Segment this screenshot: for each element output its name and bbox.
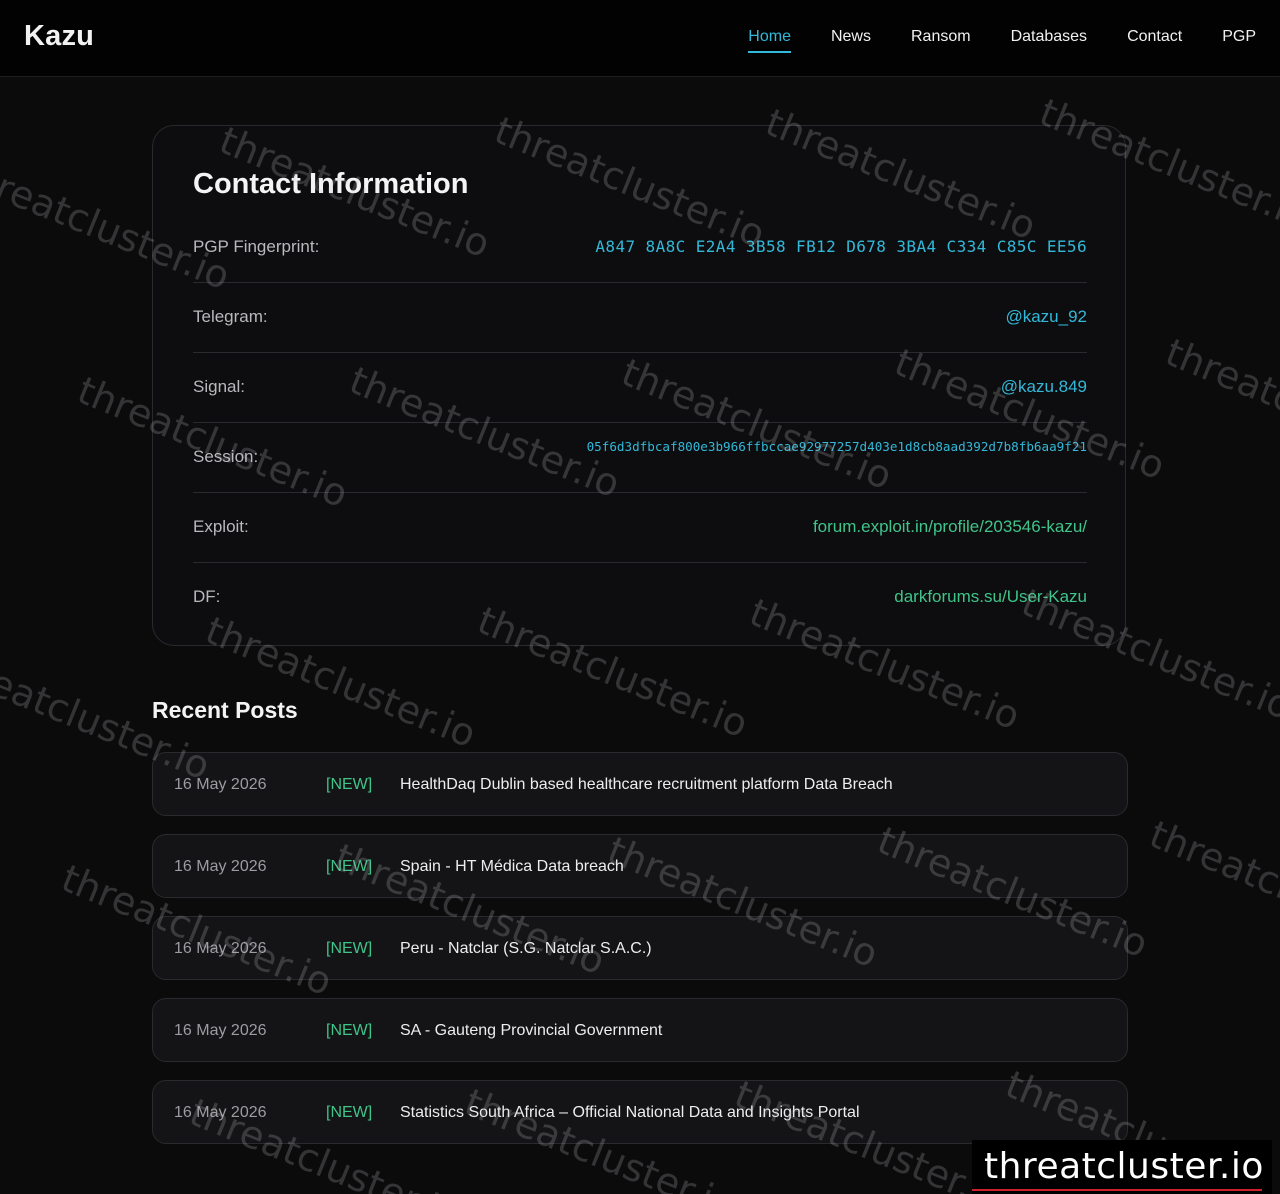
contact-row-df: DF: darkforums.su/User-Kazu [193,563,1087,632]
session-id-value[interactable]: 05f6d3dfbcaf800e3b966ffbccae92977257d403… [587,439,1087,454]
contact-label: PGP Fingerprint: [193,237,320,256]
recent-posts-list: 16 May 2026 [NEW] HealthDaq Dublin based… [152,752,1128,1162]
watermark-text: threatcluster.io [1159,330,1280,479]
pgp-fingerprint-value[interactable]: A847 8A8C E2A4 3B58 FB12 D678 3BA4 C334 … [595,237,1087,256]
contact-card: Contact Information PGP Fingerprint: A84… [152,125,1126,646]
contact-row-session: Session: 05f6d3dfbcaf800e3b966ffbccae929… [193,423,1087,493]
darkforums-profile-link[interactable]: darkforums.su/User-Kazu [894,587,1087,607]
contact-row-signal: Signal: @kazu.849 [193,353,1087,423]
watermark-badge-underline [972,1189,1262,1191]
post-item[interactable]: 16 May 2026 [NEW] Spain - HT Médica Data… [152,834,1128,898]
signal-link[interactable]: @kazu.849 [1001,377,1087,397]
nav-contact[interactable]: Contact [1127,28,1182,53]
contact-label: Session: [193,447,259,466]
nav-home[interactable]: Home [748,28,791,53]
post-new-badge: [NEW] [326,776,373,793]
post-new-badge: [NEW] [326,940,373,957]
top-navigation-bar: Kazu Home News Ransom Databases Contact … [0,0,1280,77]
contact-row-telegram: Telegram: @kazu_92 [193,283,1087,353]
post-title[interactable]: Peru - Natclar (S.G. Natclar S.A.C.) [400,940,652,958]
contact-label: DF: [193,587,221,606]
contact-row-pgp: PGP Fingerprint: A847 8A8C E2A4 3B58 FB1… [193,213,1087,283]
post-item[interactable]: 16 May 2026 [NEW] Peru - Natclar (S.G. N… [152,916,1128,980]
post-item[interactable]: 16 May 2026 [NEW] HealthDaq Dublin based… [152,752,1128,816]
watermark-badge: threatcluster.io [972,1140,1272,1194]
post-date: 16 May 2026 [174,1022,267,1039]
nav-news[interactable]: News [831,28,871,53]
post-date: 16 May 2026 [174,1104,267,1121]
main-nav: Home News Ransom Databases Contact PGP [748,28,1256,53]
contact-title: Contact Information [193,168,469,200]
post-title[interactable]: Statistics South Africa – Official Natio… [400,1104,860,1122]
post-new-badge: [NEW] [326,1022,373,1039]
watermark-badge-text: threatcluster.io [984,1146,1264,1187]
contact-rows: PGP Fingerprint: A847 8A8C E2A4 3B58 FB1… [193,213,1087,632]
contact-label: Signal: [193,377,245,396]
post-title[interactable]: SA - Gauteng Provincial Government [400,1022,662,1040]
contact-label: Telegram: [193,307,268,326]
contact-label: Exploit: [193,517,249,536]
post-item[interactable]: 16 May 2026 [NEW] Statistics South Afric… [152,1080,1128,1144]
post-title[interactable]: Spain - HT Médica Data breach [400,858,624,876]
post-date: 16 May 2026 [174,940,267,957]
site-brand[interactable]: Kazu [24,20,94,53]
post-new-badge: [NEW] [326,858,373,875]
post-title[interactable]: HealthDaq Dublin based healthcare recrui… [400,776,893,794]
post-item[interactable]: 16 May 2026 [NEW] SA - Gauteng Provincia… [152,998,1128,1062]
post-date: 16 May 2026 [174,776,267,793]
post-new-badge: [NEW] [326,1104,373,1121]
recent-posts-title: Recent Posts [152,697,298,723]
nav-ransom[interactable]: Ransom [911,28,971,53]
nav-pgp[interactable]: PGP [1222,28,1256,53]
nav-databases[interactable]: Databases [1011,28,1088,53]
telegram-link[interactable]: @kazu_92 [1005,307,1087,327]
contact-row-exploit: Exploit: forum.exploit.in/profile/203546… [193,493,1087,563]
exploit-profile-link[interactable]: forum.exploit.in/profile/203546-kazu/ [813,517,1087,537]
watermark-text: threatcluster.io [1143,812,1280,961]
post-date: 16 May 2026 [174,858,267,875]
page: Kazu Home News Ransom Databases Contact … [0,0,1280,1194]
